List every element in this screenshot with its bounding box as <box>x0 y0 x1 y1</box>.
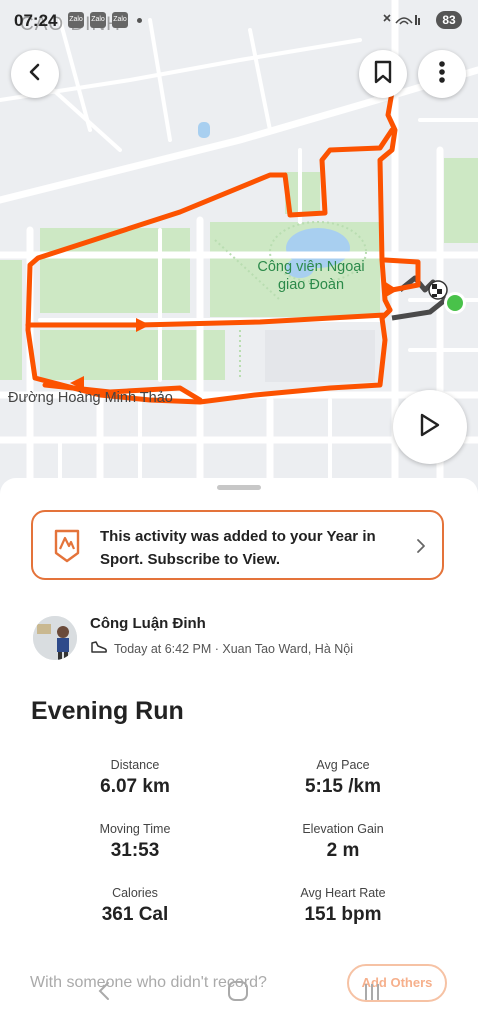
stat-elevation-gain: Elevation Gain 2 m <box>302 822 384 861</box>
chevron-left-icon <box>25 62 45 87</box>
nav-recents-icon[interactable] <box>362 980 382 1007</box>
activity-sheet: This activity was added to your Year in … <box>0 478 478 1024</box>
stat-avg-pace: Avg Pace 5:15 /km <box>304 758 382 797</box>
stat-calories: Calories 361 Cal <box>101 886 169 925</box>
banner-text: This activity was added to your Year in … <box>100 528 376 568</box>
status-time: 07:24 <box>14 11 58 30</box>
chevron-right-icon <box>416 538 426 559</box>
more-options-button[interactable] <box>418 50 466 98</box>
zalo-notification-icon: Zalo <box>90 12 106 28</box>
nav-home-icon[interactable] <box>227 980 249 1007</box>
back-button[interactable] <box>11 50 59 98</box>
stat-avg-heart-rate: Avg Heart Rate 151 bpm <box>300 886 386 925</box>
more-vertical-icon <box>437 60 447 89</box>
drag-handle[interactable] <box>217 485 261 490</box>
bookmark-icon <box>372 60 394 89</box>
shoe-icon <box>90 640 108 657</box>
battery-icon: 83 <box>436 11 462 29</box>
zalo-notification-icon: Zalo <box>68 12 84 28</box>
system-nav-bar <box>0 968 478 1024</box>
strava-badge-icon <box>52 529 82 568</box>
stat-distance: Distance 6.07 km <box>100 758 170 797</box>
nav-back-icon[interactable] <box>96 980 112 1007</box>
park-label: Công viên Ngoại giao Đoàn <box>257 259 365 293</box>
activity-meta: Today at 6:42 PM · Xuan Tao Ward, Hà Nội <box>90 640 353 657</box>
more-notifications-dot <box>137 18 142 23</box>
activity-meta-text: Today at 6:42 PM · Xuan Tao Ward, Hà Nội <box>114 641 354 656</box>
signal-wifi-icon <box>382 13 422 30</box>
play-icon <box>418 412 442 443</box>
road-label: Đường Hoàng Minh Thảo <box>8 390 173 406</box>
status-bar: CAO ĐINH 07:24 Zalo Zalo Zalo 83 <box>0 8 478 35</box>
year-in-sport-banner[interactable]: This activity was added to your Year in … <box>31 510 444 580</box>
zalo-notification-icon: Zalo <box>112 12 128 28</box>
bookmark-button[interactable] <box>359 50 407 98</box>
play-flyover-button[interactable] <box>393 390 467 464</box>
athlete-name[interactable]: Công Luận Đinh <box>90 615 206 632</box>
avatar[interactable] <box>33 616 77 660</box>
activity-title: Evening Run <box>31 697 184 725</box>
stat-moving-time: Moving Time 31:53 <box>99 822 171 861</box>
